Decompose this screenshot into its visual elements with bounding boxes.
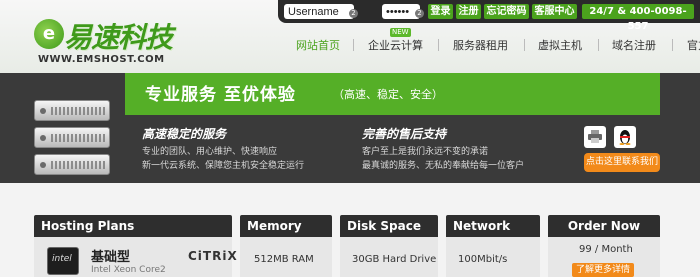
server-unit-icon <box>34 154 110 175</box>
nav-item-server[interactable]: 服务器租用 <box>453 37 508 53</box>
plan-name: 基础型 <box>91 250 131 265</box>
plan-disk: 30GB Hard Drive <box>352 254 437 265</box>
feature-title: 完善的售后支持 <box>362 127 447 141</box>
slogan-strip: 专业服务 至优体验 （高速、稳定、安全） <box>125 73 660 115</box>
logo[interactable]: e 易速科技 WWW.EMSHOST.COM <box>34 16 204 66</box>
column-header-plans: Hosting Plans <box>34 215 232 237</box>
nav-divider <box>438 39 439 51</box>
contact-us-button[interactable]: 点击这里联系我们 <box>584 153 660 172</box>
slogan: 专业服务 至优体验 <box>145 85 296 105</box>
column-header-network: Network <box>446 215 540 237</box>
column-header-memory: Memory <box>240 215 332 237</box>
nav-divider <box>353 39 354 51</box>
plan-memory: 512MB RAM <box>254 254 314 265</box>
username-input[interactable] <box>284 4 354 19</box>
qq-penguin-icon[interactable] <box>614 126 636 148</box>
forgot-password-button[interactable]: 忘记密码 <box>484 4 529 19</box>
plan-network: 100Mbit/s <box>458 254 508 265</box>
feature-line: 专业的团队、用心维护、快速响应 <box>142 147 278 157</box>
nav-divider <box>672 39 673 51</box>
more-details-button[interactable]: 了解更多详情 <box>572 263 634 277</box>
feature-line: 客户至上是我们永远不变的承诺 <box>362 147 489 157</box>
printer-icon[interactable] <box>584 126 606 148</box>
column-header-order: Order Now <box>548 215 660 237</box>
nav-item-blog[interactable]: 官方博客 <box>687 37 700 53</box>
login-button[interactable]: 登录 <box>428 4 453 19</box>
username-field-wrap: 2 <box>284 4 358 19</box>
hotline-badge: 24/7 & 400-0098-557 <box>582 4 694 32</box>
password-field-wrap: 2 <box>382 4 424 19</box>
slogan-subtitle: （高速、稳定、安全） <box>333 88 443 101</box>
field-badge-icon: 2 <box>415 9 424 18</box>
plan-price: 99 / Month <box>579 244 633 255</box>
nav-item-vhost[interactable]: 虚拟主机 <box>538 37 582 53</box>
feature-line: 新一代云系统、保障您主机安全稳定运行 <box>142 161 305 171</box>
nav-divider <box>598 39 599 51</box>
nav-item-cloud-label: 企业云计算 <box>368 39 423 52</box>
nav-divider <box>524 39 525 51</box>
register-button[interactable]: 注册 <box>456 4 481 19</box>
header: e 易速科技 WWW.EMSHOST.COM 2 2 登录 注册 忘记密码 客服… <box>0 0 700 73</box>
logo-url: WWW.EMSHOST.COM <box>38 54 165 65</box>
field-badge-icon: 2 <box>349 9 358 18</box>
column-header-disk: Disk Space <box>340 215 438 237</box>
server-unit-icon <box>34 127 110 148</box>
nav-item-home[interactable]: 网站首页 <box>296 37 340 53</box>
citrix-logo: CiTRiX <box>188 249 238 263</box>
new-badge: NEW <box>390 28 411 37</box>
nav-item-domain[interactable]: 域名注册 <box>612 37 656 53</box>
server-unit-icon <box>34 100 110 121</box>
logo-mark-icon: e <box>34 19 64 49</box>
feature-line: 最真诚的服务、无私的奉献给每一位客户 <box>362 161 525 171</box>
intel-chip-icon: intel <box>47 247 79 275</box>
feature-title: 高速稳定的服务 <box>142 127 227 141</box>
nav-item-cloud[interactable]: 企业云计算 <box>368 37 423 53</box>
client-center-button[interactable]: 客服中心 <box>532 4 577 19</box>
plan-cpu: Intel Xeon Core2 <box>91 265 166 275</box>
logo-brand: 易速科技 <box>64 21 173 54</box>
login-bar: 2 2 登录 注册 忘记密码 客服中心 24/7 & 400-0098-557 <box>278 0 700 32</box>
